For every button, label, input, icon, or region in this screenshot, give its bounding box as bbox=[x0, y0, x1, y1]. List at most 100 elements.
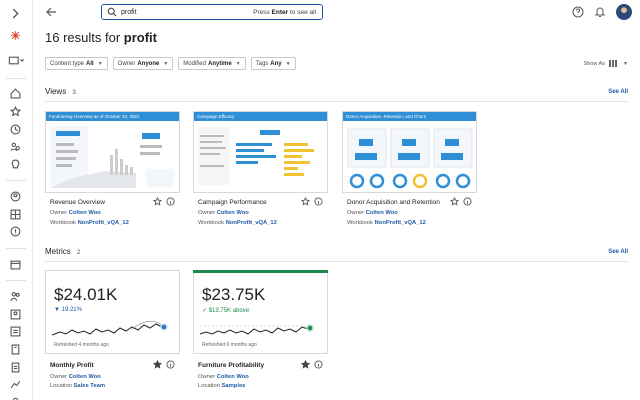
metric-name[interactable]: Furniture Profitability bbox=[198, 362, 264, 369]
views-section-title: Views 3 bbox=[45, 87, 76, 96]
settings-icon[interactable] bbox=[8, 393, 22, 400]
thumbnail-dashboard-preview bbox=[50, 126, 174, 188]
metric-card[interactable]: $23.75K ✓ $13.75K above Refreshed 6 mont… bbox=[193, 270, 328, 354]
info-icon[interactable] bbox=[314, 360, 323, 369]
info-icon[interactable] bbox=[314, 197, 323, 206]
search-hint: Press Enter to see all bbox=[253, 8, 316, 16]
views-see-all-link[interactable]: See All bbox=[608, 89, 628, 95]
thumbnail-dashboard-preview bbox=[347, 128, 473, 189]
calendar-icon[interactable] bbox=[8, 257, 22, 271]
external-assets-icon[interactable] bbox=[8, 224, 22, 238]
metric-refreshed: Refreshed 6 months ago bbox=[202, 342, 257, 348]
metric-sparkline bbox=[51, 320, 168, 336]
view-workbook: Workbook NonProfit_vQA_12 bbox=[347, 220, 426, 226]
location-link[interactable]: Samples bbox=[222, 383, 246, 389]
favorites-icon[interactable] bbox=[8, 104, 22, 118]
workbook-link[interactable]: NonProfit_vQA_12 bbox=[375, 220, 426, 226]
view-owner: Owner Colten Woo bbox=[50, 210, 101, 216]
filter-modified[interactable]: Modified Anytime ▼ bbox=[178, 57, 246, 70]
info-icon[interactable] bbox=[463, 197, 472, 206]
shared-icon[interactable] bbox=[8, 139, 22, 153]
left-nav-rail bbox=[0, 0, 33, 400]
metric-name[interactable]: Monthly Profit bbox=[50, 362, 94, 369]
info-icon[interactable] bbox=[166, 360, 175, 369]
show-as-control[interactable]: Show As ▼ bbox=[584, 60, 628, 67]
notifications-bell-icon[interactable] bbox=[594, 6, 606, 18]
search-icon bbox=[107, 7, 117, 17]
chevron-down-icon: ▼ bbox=[163, 60, 169, 67]
workbook-link[interactable]: NonProfit_vQA_12 bbox=[78, 220, 129, 226]
metric-location: Location Sales Team bbox=[50, 383, 106, 389]
metric-owner: Owner Colten Woo bbox=[198, 374, 249, 380]
view-workbook: Workbook NonProfit_vQA_12 bbox=[198, 220, 277, 226]
expand-nav-icon[interactable] bbox=[8, 6, 22, 20]
owner-link[interactable]: Colten Woo bbox=[217, 374, 249, 380]
tasks-icon[interactable] bbox=[8, 360, 22, 374]
site-switcher-icon[interactable] bbox=[6, 53, 26, 67]
favorite-star-icon[interactable] bbox=[301, 197, 310, 206]
home-icon[interactable] bbox=[8, 86, 22, 100]
metric-status-bar bbox=[193, 270, 328, 273]
search-input[interactable]: profit bbox=[121, 9, 253, 16]
view-workbook: Workbook NonProfit_vQA_12 bbox=[50, 220, 129, 226]
workbook-link[interactable]: NonProfit_vQA_12 bbox=[226, 220, 277, 226]
view-card-thumbnail[interactable]: Donor Acquisition, Retention, and Churn bbox=[342, 111, 477, 193]
filter-owner[interactable]: Owner Anyone ▼ bbox=[112, 57, 174, 70]
metric-location: Location Samples bbox=[198, 383, 246, 389]
metric-value: $24.01K bbox=[54, 285, 118, 304]
status-icon[interactable] bbox=[8, 377, 22, 391]
owner-link[interactable]: Colten Woo bbox=[69, 374, 101, 380]
chevron-down-icon: ▼ bbox=[623, 60, 628, 67]
search-box[interactable]: profit Press Enter to see all bbox=[101, 4, 323, 20]
recommendations-icon[interactable] bbox=[8, 157, 22, 171]
help-icon[interactable] bbox=[572, 6, 584, 18]
view-name[interactable]: Revenue Overview bbox=[50, 199, 105, 206]
metric-card[interactable]: $24.01K ▼ 19.21% Refreshed 4 months ago bbox=[45, 270, 180, 354]
collections-icon[interactable] bbox=[8, 207, 22, 221]
results-heading: 16 results for profit bbox=[45, 30, 157, 45]
metric-sparkline bbox=[199, 324, 314, 335]
metric-value: $23.75K bbox=[202, 285, 266, 304]
owner-link[interactable]: Colten Woo bbox=[366, 210, 398, 216]
owner-link[interactable]: Colten Woo bbox=[69, 210, 101, 216]
owner-link[interactable]: Colten Woo bbox=[217, 210, 249, 216]
users-icon[interactable] bbox=[8, 289, 22, 303]
metrics-see-all-link[interactable]: See All bbox=[608, 249, 628, 255]
back-arrow-icon[interactable] bbox=[45, 6, 57, 18]
schedules-icon[interactable] bbox=[8, 342, 22, 356]
info-icon[interactable] bbox=[166, 197, 175, 206]
view-name[interactable]: Campaign Performance bbox=[198, 199, 267, 206]
view-name[interactable]: Donor Acquisition and Retention bbox=[347, 199, 440, 206]
explore-icon[interactable] bbox=[8, 189, 22, 203]
user-avatar[interactable] bbox=[616, 4, 632, 20]
view-owner: Owner Colten Woo bbox=[198, 210, 249, 216]
groups-icon[interactable] bbox=[8, 307, 22, 321]
metric-refreshed: Refreshed 4 months ago bbox=[54, 342, 109, 348]
favorite-star-icon[interactable] bbox=[450, 197, 459, 206]
favorite-star-filled-icon[interactable] bbox=[301, 360, 310, 369]
metric-owner: Owner Colten Woo bbox=[50, 374, 101, 380]
metrics-section-title: Metrics 2 bbox=[45, 247, 81, 256]
recents-icon[interactable] bbox=[8, 122, 22, 136]
filter-bar: Content type All ▼ Owner Anyone ▼ Modified An… bbox=[45, 57, 296, 70]
grid-view-icon[interactable] bbox=[609, 60, 618, 67]
chevron-down-icon: ▼ bbox=[97, 60, 103, 67]
favorite-star-icon[interactable] bbox=[153, 197, 162, 206]
filter-tags[interactable]: Tags Any ▼ bbox=[250, 57, 296, 70]
top-bar: profit Press Enter to see all bbox=[33, 0, 640, 24]
jobs-icon[interactable] bbox=[8, 324, 22, 338]
metric-delta: ✓ $13.75K above bbox=[202, 308, 250, 314]
metric-delta: ▼ 19.21% bbox=[54, 307, 82, 313]
location-link[interactable]: Sales Team bbox=[74, 383, 105, 389]
app-root: profit Press Enter to see all 16 results… bbox=[0, 0, 640, 400]
tableau-logo-icon[interactable] bbox=[8, 28, 22, 42]
thumbnail-dashboard-preview bbox=[198, 127, 314, 185]
chevron-down-icon: ▼ bbox=[235, 60, 241, 67]
thumbnail-title: Campaign Efficacy bbox=[194, 112, 327, 121]
view-card-thumbnail[interactable]: Campaign Efficacy bbox=[193, 111, 328, 193]
filter-content-type[interactable]: Content type All ▼ bbox=[45, 57, 108, 70]
favorite-star-filled-icon[interactable] bbox=[153, 360, 162, 369]
thumbnail-title: Donor Acquisition, Retention, and Churn bbox=[343, 112, 476, 121]
view-card-thumbnail[interactable]: Fundraising Overview as of October 23, 2… bbox=[45, 111, 180, 193]
view-owner: Owner Colten Woo bbox=[347, 210, 398, 216]
